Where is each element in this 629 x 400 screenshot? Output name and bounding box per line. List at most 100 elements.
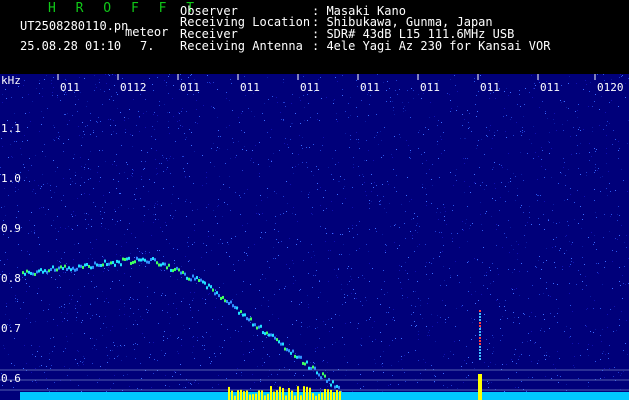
- noise-speck: [78, 365, 79, 366]
- noise-speck: [425, 266, 426, 267]
- noise-speck: [606, 125, 607, 126]
- trace-point: [150, 258, 152, 262]
- trace-point: [318, 373, 320, 377]
- noise-speck: [113, 131, 114, 132]
- noise-speck: [77, 301, 78, 302]
- trace-point: [302, 361, 304, 365]
- noise-speck: [411, 219, 412, 220]
- trace-point: [26, 269, 28, 273]
- noise-speck: [487, 288, 488, 289]
- noise-speck: [549, 328, 550, 329]
- noise-speck: [81, 177, 82, 178]
- noise-speck: [443, 373, 444, 374]
- noise-speck: [222, 316, 223, 317]
- noise-speck: [232, 138, 233, 139]
- trace-point: [200, 278, 202, 282]
- noise-speck: [490, 283, 491, 284]
- noise-speck: [402, 295, 403, 296]
- noise-speck: [387, 81, 388, 82]
- noise-speck: [112, 326, 113, 327]
- noise-speck: [110, 288, 111, 289]
- noise-speck: [28, 170, 29, 171]
- noise-speck: [219, 287, 220, 288]
- noise-speck: [444, 216, 445, 217]
- noise-speck: [99, 150, 100, 151]
- noise-speck: [40, 188, 41, 189]
- noise-speck: [217, 223, 218, 224]
- noise-speck: [84, 134, 85, 135]
- noise-speck: [426, 274, 427, 275]
- noise-speck: [24, 167, 25, 168]
- trace-point: [140, 258, 142, 262]
- noise-speck: [313, 371, 314, 372]
- noise-speck: [33, 189, 34, 190]
- noise-speck: [338, 268, 339, 269]
- noise-speck: [102, 291, 103, 292]
- noise-speck: [554, 113, 555, 114]
- noise-speck: [476, 116, 477, 117]
- noise-speck: [530, 340, 531, 341]
- trace-point: [254, 323, 256, 327]
- noise-speck: [72, 229, 73, 230]
- noise-speck: [454, 341, 455, 342]
- noise-speck: [516, 288, 517, 289]
- trace-point: [24, 272, 26, 276]
- noise-speck: [42, 151, 43, 152]
- noise-speck: [5, 314, 6, 315]
- noise-speck: [366, 140, 367, 141]
- noise-speck: [393, 110, 394, 111]
- noise-speck: [410, 231, 411, 232]
- carrier-spike: [285, 395, 287, 400]
- noise-speck: [268, 300, 269, 301]
- noise-speck: [573, 365, 574, 366]
- noise-speck: [22, 97, 23, 98]
- trace-point: [54, 268, 56, 272]
- noise-speck: [626, 320, 627, 321]
- trace-point: [262, 331, 264, 335]
- noise-speck: [278, 231, 279, 232]
- noise-speck: [206, 252, 207, 253]
- noise-speck: [386, 212, 387, 213]
- noise-speck: [337, 121, 338, 122]
- noise-speck: [274, 384, 275, 385]
- noise-speck: [101, 226, 102, 227]
- noise-speck: [349, 254, 350, 255]
- noise-speck: [588, 355, 589, 356]
- noise-speck: [292, 153, 293, 154]
- noise-speck: [112, 219, 113, 220]
- noise-speck: [279, 354, 280, 355]
- noise-speck: [365, 121, 366, 122]
- noise-speck: [359, 148, 360, 149]
- noise-speck: [112, 281, 113, 282]
- noise-speck: [469, 186, 470, 187]
- noise-speck: [448, 317, 449, 318]
- noise-speck: [106, 391, 107, 392]
- noise-speck: [194, 230, 195, 231]
- noise-speck: [540, 330, 541, 331]
- noise-speck: [487, 381, 488, 382]
- noise-speck: [415, 350, 416, 351]
- noise-speck: [177, 121, 178, 122]
- noise-speck: [259, 290, 260, 291]
- trace-point: [284, 347, 286, 351]
- noise-speck: [218, 243, 219, 244]
- noise-speck: [304, 120, 305, 121]
- noise-speck: [276, 239, 277, 240]
- noise-speck: [392, 101, 393, 102]
- spectrogram-panel: kHz 1.1 1.0 0.9 0.8 0.7 0.6 011 0112 011 011 011 0…: [0, 74, 629, 400]
- carrier-spike: [231, 390, 233, 400]
- noise-speck: [244, 193, 245, 194]
- noise-speck: [468, 122, 469, 123]
- noise-speck: [129, 316, 130, 317]
- noise-speck: [397, 94, 398, 95]
- noise-speck: [124, 303, 125, 304]
- noise-speck: [197, 123, 198, 124]
- noise-speck: [405, 270, 406, 271]
- noise-speck: [218, 264, 219, 265]
- noise-speck: [67, 313, 68, 314]
- noise-speck: [213, 235, 214, 236]
- noise-speck: [525, 225, 526, 226]
- carrier-spike: [333, 392, 335, 400]
- noise-speck: [536, 194, 537, 195]
- trace-point: [194, 277, 196, 281]
